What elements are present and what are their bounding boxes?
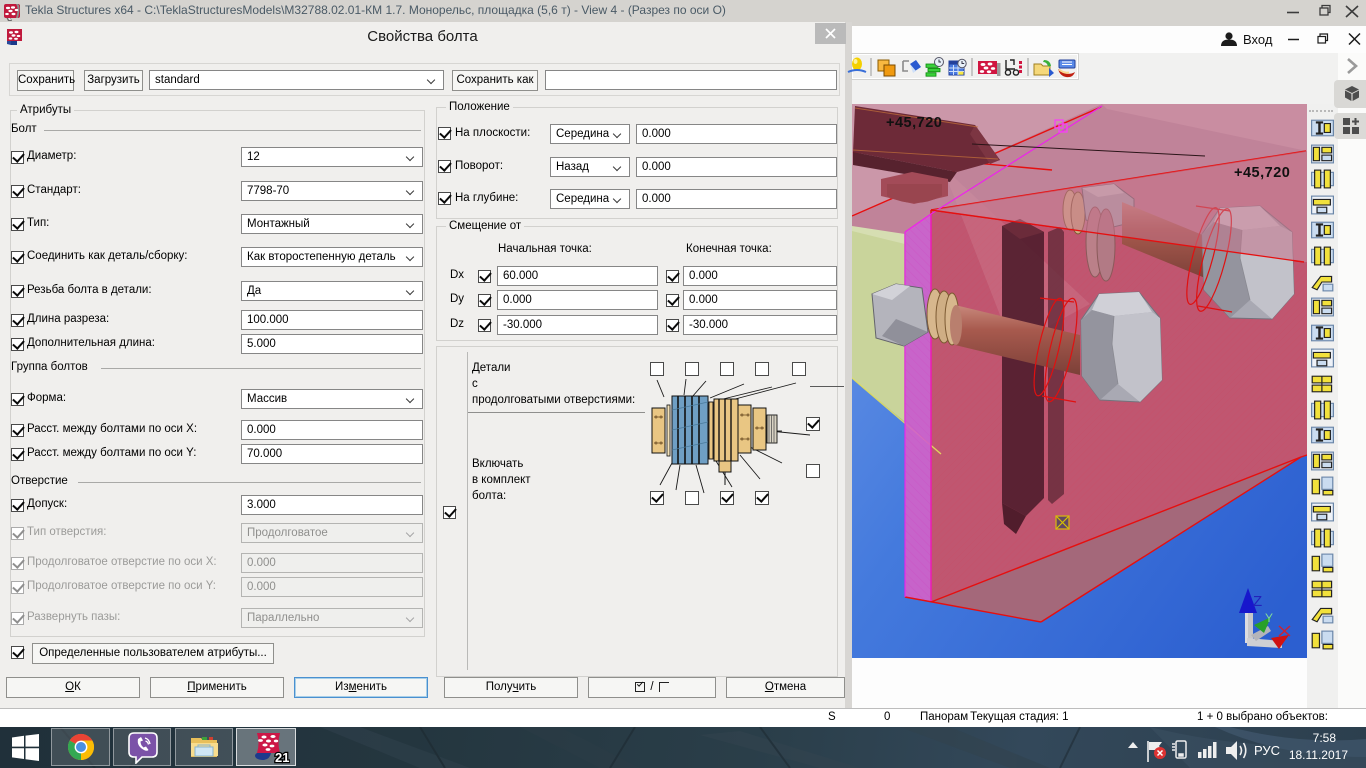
svg-text:РУС: РУС: [1254, 743, 1280, 758]
svg-text:21: 21: [275, 750, 289, 765]
svg-text:+45,720: +45,720: [1234, 165, 1290, 181]
svg-text:Z: Z: [1253, 593, 1262, 610]
svg-text:+45,720: +45,720: [886, 115, 942, 131]
svg-text:Y: Y: [1265, 611, 1273, 625]
